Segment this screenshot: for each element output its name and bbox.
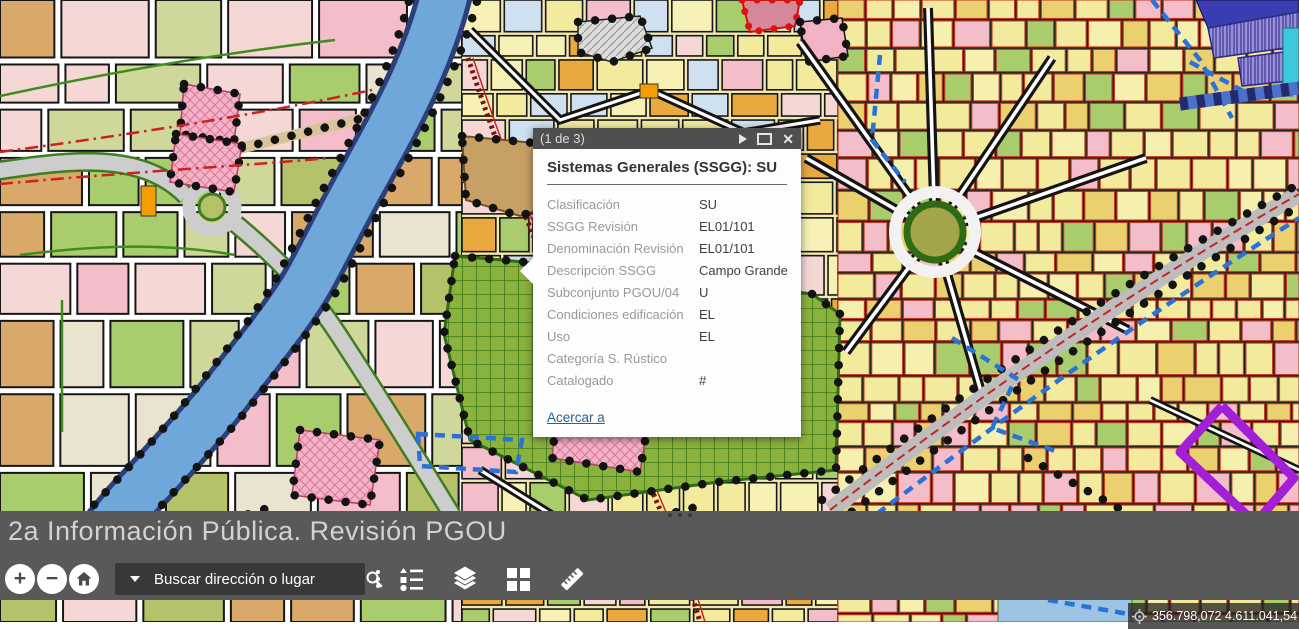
zoom-out-button[interactable]: − [37, 564, 67, 594]
more-tools-icon[interactable] [376, 570, 380, 588]
measure-button[interactable] [557, 564, 587, 594]
popup-pager: (1 de 3) [540, 131, 585, 146]
app-title: 2a Información Pública. Revisión PGOU [8, 516, 507, 547]
popup-field-row: Subconjunto PGOU/04U [547, 282, 787, 304]
popup-title: Sistemas Generales (SSGG): SU [547, 159, 787, 185]
home-button[interactable] [69, 564, 99, 594]
popup-field-row: Denominación RevisiónEL01/101 [547, 238, 787, 260]
minus-icon: − [46, 568, 58, 589]
popup-controls: ✕ [739, 132, 794, 146]
zoom-to-link[interactable]: Acercar a [547, 410, 605, 425]
crosshair-icon[interactable] [1132, 609, 1147, 624]
zoom-in-button[interactable]: + [5, 564, 35, 594]
popup-field-row: SSGG RevisiónEL01/101 [547, 216, 787, 238]
coordinate-value: 356.798,072 4.611.041,54 [1152, 609, 1297, 623]
search-box [115, 563, 365, 595]
popup-field-row: Catalogado# [547, 370, 787, 392]
popup-fields: ClasificaciónSUSSGG RevisiónEL01/101Deno… [547, 194, 787, 392]
basemap-gallery-icon [505, 566, 531, 592]
chevron-down-icon[interactable] [130, 576, 140, 582]
popup-pointer [520, 258, 533, 284]
layers-icon [451, 565, 479, 593]
basemap-gallery-button[interactable] [505, 566, 531, 592]
popup-field-row: Categoría S. Rústico [547, 348, 787, 370]
legend-button[interactable] [398, 566, 425, 593]
map-toolbar: + − [5, 563, 613, 595]
search-input[interactable] [152, 570, 355, 589]
popup-header[interactable]: (1 de 3) ✕ [533, 128, 801, 149]
popup-field-row: ClasificaciónSU [547, 194, 787, 216]
next-feature-icon[interactable] [739, 134, 747, 144]
popup-field-row: Descripción SSGGCampo Grande [547, 260, 787, 282]
attribute-table-handle[interactable] [668, 513, 692, 517]
popup-field-row: UsoEL [547, 326, 787, 348]
widget-icons [398, 564, 613, 594]
plus-icon: + [14, 568, 26, 589]
bottom-panel: 2a Información Pública. Revisión PGOU + … [0, 511, 1299, 600]
coordinate-widget: 356.798,072 4.611.041,54 [1128, 603, 1299, 629]
home-icon [75, 570, 93, 588]
measure-icon [557, 564, 587, 594]
close-icon[interactable]: ✕ [782, 132, 794, 146]
maximize-icon[interactable] [757, 133, 772, 145]
layers-button[interactable] [451, 565, 479, 593]
popup-body: Sistemas Generales (SSGG): SU Clasificac… [533, 159, 801, 437]
legend-icon [398, 566, 425, 593]
search-icon[interactable] [365, 570, 383, 588]
popup-field-row: Condiciones edificaciónEL [547, 304, 787, 326]
feature-popup: (1 de 3) ✕ Sistemas Generales (SSGG): SU… [533, 128, 801, 437]
